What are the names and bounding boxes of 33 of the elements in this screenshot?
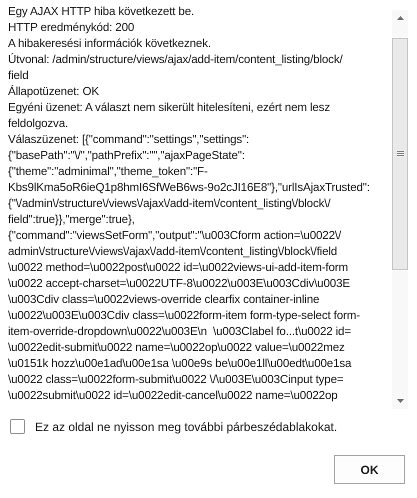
message-line: A hibakeresési információk következnek. — [8, 36, 212, 52]
message-line: \u0022submit\u0022 id=\u0022edit-cancel\u0022 name=\u0022op — [8, 388, 339, 404]
message-line: admin\/structure\/views\/ajax\/add-item\/content_listing\/block\/field — [8, 244, 338, 260]
message-line: \u0022 accept-charset=\u0022UTF-8\u0022\u003E\u003Cdiv\u003E — [8, 276, 351, 292]
message-line: \u0022 class=\u0022form-submit\u0022 \/\u003E\u003Cinput type= — [8, 372, 345, 388]
checkbox[interactable] — [10, 419, 25, 434]
message-line: feldolgozva. — [8, 116, 70, 132]
message-line: item-override-dropdown\u0022\u003E\n \u003Clabel fo...t\u0022 id= — [8, 324, 352, 340]
message-line: {"\/admin\/structure\/views\/ajax\/add-item\/content_listing\/block\/ — [8, 196, 332, 212]
scrollbar-thumb[interactable] — [392, 38, 408, 270]
scroll-up-icon[interactable] — [396, 16, 404, 20]
message-line: {"command":"viewsSetForm","output":"\u003Cform action=\u0022\/ — [8, 228, 342, 244]
scroll-down-icon[interactable] — [396, 399, 404, 403]
message-line: \u0151k hozz\u00e1ad\u00e1sa \u00e9s be\u00e1ll\u00edt\u00e1sa — [8, 356, 352, 372]
message-line: Egyéni üzenet: A választ nem sikerült hitelesíteni, ezért nem lesz — [8, 100, 331, 116]
message-line: HTTP eredménykód: 200 — [8, 20, 136, 36]
message-line: \u003Cdiv class=\u0022views-override clearfix container-inline — [8, 292, 320, 308]
message-line: \u0022\u003E\u003Cdiv class=\u0022form-item form-type-select form- — [8, 308, 361, 324]
message-line: Kbs9lKma5oR6ieQ1p8hmI6SfWeB6ws-9o2cJI16E8"},"urlIsAjaxTrusted": — [8, 180, 371, 196]
message-line: field — [8, 68, 30, 84]
message-line: {"theme":"adminimal","theme_token":"F- — [8, 164, 209, 180]
message-line: Állapotüzenet: OK — [8, 84, 100, 100]
message-line: \u0022 method=\u0022post\u0022 id=\u0022views-ui-add-item-form — [8, 260, 350, 276]
ok-button[interactable]: OK — [334, 455, 405, 484]
message-line: \u0022edit-submit\u0022 name=\u0022op\u0022 value=\u0022mez — [8, 340, 346, 356]
message-line: {"basePath":"\/","pathPrefix":"","ajaxPageState": — [8, 148, 246, 164]
message-line: Válaszüzenet: [{"command":"settings","settings": — [8, 132, 250, 148]
message-line: Egy AJAX HTTP hiba következett be. — [8, 4, 196, 20]
message-line: field":true}},"merge":true}, — [8, 212, 136, 228]
message-line: Útvonal: /admin/structure/views/ajax/add-item/content_listing/block/ — [8, 52, 344, 68]
scrollbar[interactable] — [392, 10, 408, 409]
grip-icon — [396, 151, 404, 157]
checkbox-label: Ez az oldal ne nyisson meg további párbeszédablakokat. — [35, 420, 338, 434]
